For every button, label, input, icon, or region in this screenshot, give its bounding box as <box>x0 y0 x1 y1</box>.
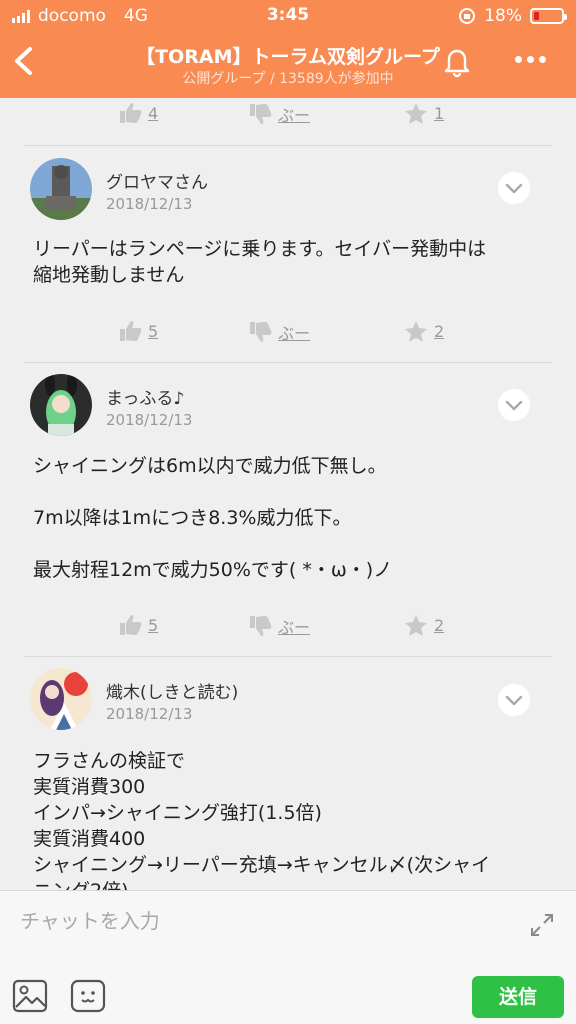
star-icon <box>405 103 427 124</box>
avatar[interactable] <box>30 374 92 436</box>
author-name[interactable]: 熾木(しきと読む) <box>106 678 238 703</box>
star-count: 2 <box>434 616 445 635</box>
star-count: 2 <box>434 322 445 341</box>
like-count: 4 <box>148 103 159 123</box>
thumbs-up-icon <box>120 103 142 123</box>
boo-label: ぶー <box>278 106 311 125</box>
post-date: 2018/12/13 <box>106 411 193 429</box>
orientation-lock-icon <box>459 8 476 24</box>
star-icon <box>405 321 427 342</box>
star-count: 1 <box>434 104 445 123</box>
status-bar: docomo 4G 3:45 18% <box>0 0 576 32</box>
post-date: 2018/12/13 <box>106 705 193 723</box>
thumbs-down-icon <box>250 322 272 342</box>
thumbs-up-icon <box>120 321 142 341</box>
post-text: フラさんの検証で 実質消費300 インパ→シャイニング強打(1.5倍) 実質消費… <box>33 750 491 890</box>
boo-button[interactable]: ぶー <box>248 320 310 344</box>
battery-percent: 18% <box>484 6 522 26</box>
chevron-down-icon[interactable] <box>498 172 530 204</box>
back-arrow-icon[interactable] <box>12 46 34 76</box>
divider <box>24 362 552 363</box>
like-button[interactable]: 5 <box>118 320 158 342</box>
avatar[interactable] <box>30 668 92 730</box>
like-button[interactable]: 5 <box>118 614 158 636</box>
thumbs-down-icon <box>250 104 272 124</box>
boo-label: ぶー <box>278 324 311 343</box>
chevron-down-icon[interactable] <box>498 389 530 421</box>
thumbs-up-icon <box>120 615 142 635</box>
author-name[interactable]: まっふる♪ <box>106 384 184 409</box>
sticker-icon[interactable] <box>70 979 106 1013</box>
reaction-bar: 4 ぶー 1 <box>0 98 576 134</box>
star-button[interactable]: 1 <box>404 102 444 125</box>
send-button[interactable]: 送信 <box>472 976 564 1018</box>
star-icon <box>405 615 427 636</box>
reaction-bar: 5 ぶー 2 <box>0 316 576 352</box>
divider <box>24 656 552 657</box>
post-date: 2018/12/13 <box>106 195 193 213</box>
like-count: 5 <box>148 615 159 635</box>
group-title: 【TORAM】トーラム双剣グループ <box>136 46 440 68</box>
boo-button[interactable]: ぶー <box>248 102 310 126</box>
star-button[interactable]: 2 <box>404 614 444 637</box>
reaction-bar: 5 ぶー 2 <box>0 610 576 646</box>
chat-bar: チャットを入力 送信 <box>0 890 576 1024</box>
chevron-down-icon[interactable] <box>498 684 530 716</box>
battery-icon <box>530 8 567 24</box>
like-button[interactable]: 4 <box>118 102 158 124</box>
like-count: 5 <box>148 321 159 341</box>
image-icon[interactable] <box>12 979 48 1013</box>
boo-label: ぶー <box>278 618 311 637</box>
boo-button[interactable]: ぶー <box>248 614 310 638</box>
thumbs-down-icon <box>250 616 272 636</box>
app-header: docomo 4G 3:45 18% 【TORAM】トーラム双剣グループ 公開グ… <box>0 0 576 98</box>
post-text: リーパーはランページに乗ります。セイバー発動中は 縮地発動しません <box>33 238 487 286</box>
post-text: シャイニングは6m以内で威力低下無し。 7m以降は1mにつき8.3%威力低下。 … <box>33 455 393 581</box>
author-name[interactable]: グロヤマさん <box>106 168 208 193</box>
star-button[interactable]: 2 <box>404 320 444 343</box>
more-icon[interactable] <box>515 56 546 63</box>
chat-input[interactable]: チャットを入力 <box>20 905 160 934</box>
group-subtitle: 公開グループ / 13589人が参加中 <box>182 71 394 87</box>
message-feed[interactable]: 4 ぶー 1 グロヤマさん 2018/12/13 リーパーはランページに乗ります… <box>0 98 576 890</box>
expand-icon[interactable] <box>528 911 556 939</box>
bell-icon[interactable] <box>440 44 474 78</box>
avatar[interactable] <box>30 158 92 220</box>
divider <box>24 145 552 146</box>
